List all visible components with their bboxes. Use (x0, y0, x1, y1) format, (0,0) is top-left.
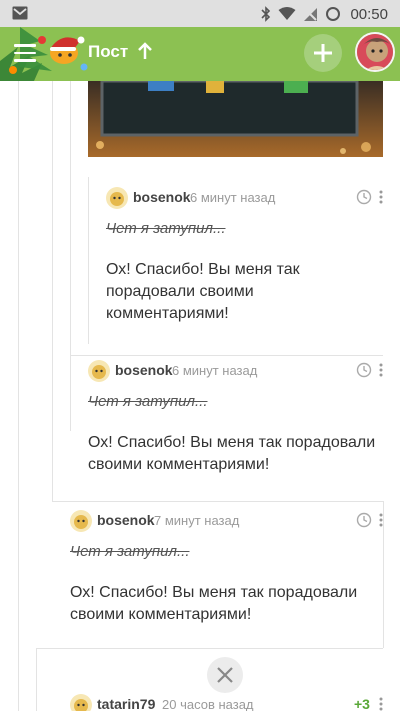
comment: bosenok 6 минут назад Чет я затупил... О… (88, 360, 390, 476)
more-options-icon[interactable] (379, 189, 383, 205)
comment-text: Ох! Спасибо! Вы меня так порадовали свои… (70, 584, 358, 623)
post-image[interactable] (88, 81, 383, 157)
clock-icon[interactable] (356, 362, 372, 378)
comment-rating: +3 (354, 696, 370, 711)
more-options-icon[interactable] (379, 512, 383, 528)
clock-time: 00:50 (350, 5, 388, 23)
signal-off-icon (304, 7, 318, 21)
comment-strikethrough-text: Чет я затупил... (106, 220, 226, 237)
comment-strikethrough-text: Чет я затупил... (88, 393, 208, 410)
more-options-icon[interactable] (379, 362, 383, 378)
comment-author[interactable]: bosenok (97, 512, 155, 528)
bluetooth-icon (261, 6, 271, 22)
avatar[interactable] (106, 187, 128, 209)
wifi-icon (278, 7, 296, 20)
user-avatar[interactable] (355, 32, 395, 72)
avatar[interactable] (70, 510, 92, 532)
comment-strikethrough-text: Чет я затупил... (70, 543, 190, 560)
menu-button[interactable] (14, 44, 36, 62)
comment-author[interactable]: bosenok (115, 362, 173, 378)
status-bar: 00:50 (0, 0, 400, 27)
comment: tatarin79 20 часов назад +3 (70, 694, 390, 711)
comment-time: 7 минут назад (154, 513, 240, 528)
clock-icon[interactable] (356, 189, 372, 205)
gmail-icon (12, 6, 28, 20)
page-title: Пост (88, 42, 129, 61)
comment-time: 6 минут назад (190, 190, 276, 205)
arrow-up-icon[interactable] (136, 40, 154, 62)
add-post-button[interactable] (304, 34, 342, 72)
avatar[interactable] (70, 694, 92, 711)
close-icon (217, 667, 233, 683)
more-options-icon[interactable] (379, 696, 383, 711)
app-bar: Пост (0, 27, 400, 81)
avatar[interactable] (88, 360, 110, 382)
comment-author[interactable]: tatarin79 (97, 696, 155, 711)
comment-text: Ох! Спасибо! Вы меня так порадовали свои… (88, 434, 376, 473)
battery-icon (326, 7, 341, 21)
comment-text: Ох! Спасибо! Вы меня так порадовали свои… (106, 261, 300, 322)
comment-time: 20 часов назад (162, 697, 254, 711)
comment-time: 6 минут назад (172, 363, 258, 378)
comment-author[interactable]: bosenok (133, 189, 191, 205)
comments-area: bosenok 6 минут назад Чет я затупил... О… (0, 81, 400, 711)
comment: bosenok 6 минут назад Чет я затупил... О… (106, 187, 390, 325)
comment: bosenok 7 минут назад Чет я затупил... О… (70, 510, 390, 626)
clock-icon[interactable] (356, 512, 372, 528)
plus-icon (314, 44, 332, 62)
collapse-thread-button[interactable] (207, 657, 243, 693)
